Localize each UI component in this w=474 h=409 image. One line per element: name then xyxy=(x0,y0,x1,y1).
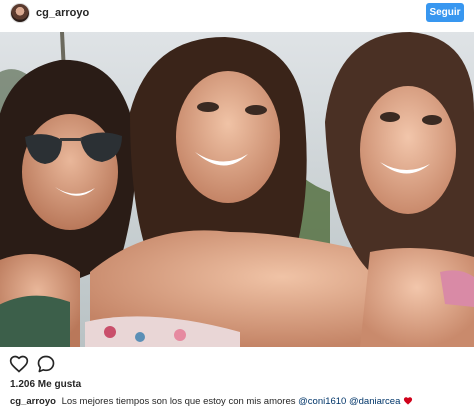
caption-username[interactable]: cg_arroyo xyxy=(10,396,56,407)
mention-coni1610[interactable]: @coni1610 xyxy=(298,396,346,407)
header-username[interactable]: cg_arroyo xyxy=(36,7,89,19)
post-caption: cg_arroyo Los mejores tiempos son los qu… xyxy=(10,396,413,407)
like-count[interactable]: 1.206 Me gusta xyxy=(10,379,81,390)
post-photo[interactable] xyxy=(0,32,474,347)
photo-illustration xyxy=(0,32,474,347)
follow-button[interactable]: Seguir xyxy=(426,3,464,22)
heart-outline-icon[interactable] xyxy=(9,354,29,374)
instagram-post: cg_arroyo Seguir 1.206 Me gusta cg_arroy… xyxy=(0,0,474,409)
avatar[interactable] xyxy=(10,3,30,23)
post-header: cg_arroyo Seguir xyxy=(0,0,474,28)
post-actions xyxy=(0,354,474,376)
mention-daniarcea[interactable]: @daniarcea xyxy=(349,396,400,407)
red-heart-emoji-icon xyxy=(403,396,413,405)
caption-text: Los mejores tiempos son los que estoy co… xyxy=(61,396,296,407)
comment-bubble-icon[interactable] xyxy=(36,354,56,374)
